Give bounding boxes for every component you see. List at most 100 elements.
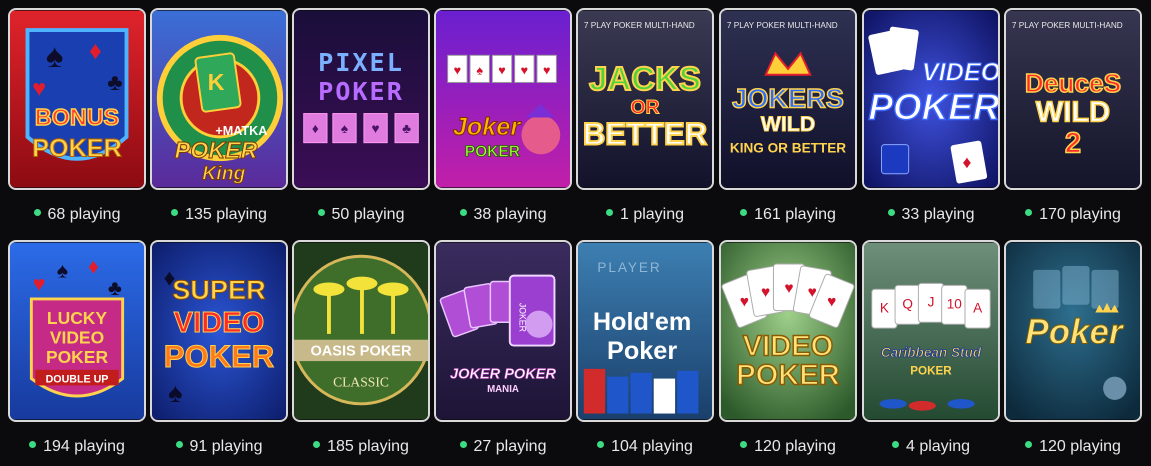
online-dot-icon <box>29 441 37 449</box>
online-dot-icon <box>891 441 899 449</box>
tile-title: VIDEO <box>174 307 265 339</box>
lucky-video-poker-artwork: ♠ ♦ ♥ ♣ LUCKY VIDEO POKER DOUBLE UP <box>10 242 144 420</box>
game-tile-oasis-poker[interactable]: OASIS POKER CLASSIC <box>292 240 430 422</box>
playing-count-text: 120 playing <box>754 438 836 455</box>
poker-artwork: Poker <box>1006 242 1140 420</box>
oasis-poker-artwork: OASIS POKER CLASSIC <box>294 242 428 420</box>
playing-count: 185 playing <box>290 437 432 457</box>
playing-count-text: 38 playing <box>473 206 547 223</box>
online-dot-icon <box>597 441 605 449</box>
game-tile-caribbean-stud[interactable]: K Q J 10 A Caribbean Stud POKER <box>862 240 1000 422</box>
tile-title: VIDEO <box>50 328 104 348</box>
game-tile-poker-king[interactable]: K +MATKA POKER King <box>150 8 288 190</box>
tile-title: OR <box>630 97 659 119</box>
playing-count: 33 playing <box>860 205 1002 225</box>
playing-count: 104 playing <box>574 437 716 457</box>
tile-subtitle: 7 PLAY POKER MULTI-HAND <box>727 21 838 30</box>
playing-count-text: 1 playing <box>619 206 685 223</box>
online-dot-icon <box>459 209 467 217</box>
svg-text:♦: ♦ <box>312 121 319 136</box>
playing-count-text: 50 playing <box>331 206 405 223</box>
tile-subtitle: PLAYER <box>597 260 661 275</box>
svg-text:♠: ♠ <box>168 377 182 408</box>
svg-text:Q: Q <box>902 297 913 312</box>
game-grid: ♠ ♦ ♥ ♣ BONUS POKER K +MATKA POKER King … <box>0 0 1151 466</box>
online-dot-icon <box>740 209 748 217</box>
joker-poker-mania-artwork: JOKER JOKER POKER MANIA <box>436 242 570 420</box>
svg-text:♣: ♣ <box>107 69 122 95</box>
game-tile-joker-poker[interactable]: ♥ ♠ ♥ ♥ ♥ Joker POKER <box>434 8 572 190</box>
tile-title: JOKERS <box>732 83 844 114</box>
playing-count: 50 playing <box>290 205 432 225</box>
playing-count: 91 playing <box>148 437 290 457</box>
svg-text:10: 10 <box>947 297 963 312</box>
video-poker-artwork: ♦ VIDEO POKER <box>864 10 998 188</box>
game-tile-deuces-wild-2[interactable]: 7 PLAY POKER MULTI-HAND DeuceS WILD 2 <box>1004 8 1142 190</box>
tile-title: Poker <box>607 337 677 365</box>
game-tile-holdem-poker[interactable]: PLAYER Hold'em Poker <box>576 240 714 422</box>
tile-title: POKER <box>164 339 274 374</box>
svg-text:♥: ♥ <box>740 294 749 311</box>
online-dot-icon <box>605 209 613 217</box>
svg-text:A: A <box>973 301 983 316</box>
playing-count: 38 playing <box>432 205 574 225</box>
bonus-poker-artwork: ♠ ♦ ♥ ♣ BONUS POKER <box>10 10 144 188</box>
playing-count: 161 playing <box>717 205 859 225</box>
tile-title: POKER <box>32 134 122 162</box>
tile-title: VIDEO <box>743 330 834 362</box>
playing-count-text: 27 playing <box>473 438 547 455</box>
playing-count-text: 68 playing <box>47 206 121 223</box>
svg-text:♥: ♥ <box>543 64 551 78</box>
tile-subtitle: 7 PLAY POKER MULTI-HAND <box>584 21 695 30</box>
tile-title: POKER <box>46 347 109 367</box>
tile-title: WILD <box>1036 96 1110 128</box>
tile-title: DOUBLE UP <box>46 373 109 385</box>
playing-count-text: 161 playing <box>754 206 836 223</box>
tile-title: KING OR BETTER <box>730 140 846 155</box>
svg-text:K: K <box>208 69 225 95</box>
tile-title: BONUS <box>35 104 119 130</box>
game-tile-lucky-video-poker[interactable]: ♠ ♦ ♥ ♣ LUCKY VIDEO POKER DOUBLE UP <box>8 240 146 422</box>
caribbean-stud-artwork: K Q J 10 A Caribbean Stud POKER <box>864 242 998 420</box>
tile-title: DeuceS <box>1025 68 1121 98</box>
tile-title: BETTER <box>583 117 707 152</box>
playing-count: 120 playing <box>1002 437 1144 457</box>
tile-title: VIDEO <box>922 59 998 87</box>
online-dot-icon <box>175 441 183 449</box>
game-tile-joker-poker-mania[interactable]: JOKER JOKER POKER MANIA <box>434 240 572 422</box>
game-tile-jokers-wild[interactable]: 7 PLAY POKER MULTI-HAND JOKERS WILD KING… <box>719 8 857 190</box>
tile-title: WILD <box>761 112 816 136</box>
online-dot-icon <box>887 209 895 217</box>
svg-text:K: K <box>880 301 889 316</box>
online-dot-icon <box>313 441 321 449</box>
game-tile-bonus-poker[interactable]: ♠ ♦ ♥ ♣ BONUS POKER <box>8 8 146 190</box>
tile-title: POKER <box>318 77 404 106</box>
game-tile-video-poker[interactable]: ♦ VIDEO POKER <box>862 8 1000 190</box>
svg-text:♥: ♥ <box>784 280 793 297</box>
tile-title: POKER <box>868 86 998 127</box>
playing-count-text: 91 playing <box>189 438 263 455</box>
game-tile-video-poker-royal[interactable]: ♥ ♥ ♥ ♥ ♥ VIDEO POKER <box>719 240 857 422</box>
tile-title: Hold'em <box>593 308 692 336</box>
svg-text:♥: ♥ <box>827 294 836 311</box>
playing-count-text: 120 playing <box>1039 438 1121 455</box>
online-dot-icon <box>171 209 179 217</box>
tile-title: JACKS <box>589 60 701 97</box>
svg-text:♥: ♥ <box>808 284 817 301</box>
playing-count: 194 playing <box>6 437 148 457</box>
svg-text:♦: ♦ <box>88 255 99 279</box>
game-tile-super-video-poker[interactable]: ♦ ♠ SUPER VIDEO POKER <box>150 240 288 422</box>
game-tile-poker[interactable]: Poker <box>1004 240 1142 422</box>
online-dot-icon <box>1025 209 1033 217</box>
playing-count-text: 170 playing <box>1039 206 1121 223</box>
svg-text:♥: ♥ <box>454 64 462 78</box>
svg-text:♥: ♥ <box>32 75 46 101</box>
svg-text:♣: ♣ <box>108 276 122 300</box>
tile-title: POKER <box>175 137 258 163</box>
online-dot-icon <box>33 209 41 217</box>
game-tile-pixel-poker[interactable]: PIXEL POKER ♦ ♠ ♥ ♣ <box>292 8 430 190</box>
game-tile-jacks-or-better[interactable]: 7 PLAY POKER MULTI-HAND JACKS OR BETTER <box>576 8 714 190</box>
tile-title: Caribbean Stud <box>881 345 982 360</box>
online-dot-icon <box>740 441 748 449</box>
playing-count: 4 playing <box>860 437 1002 457</box>
